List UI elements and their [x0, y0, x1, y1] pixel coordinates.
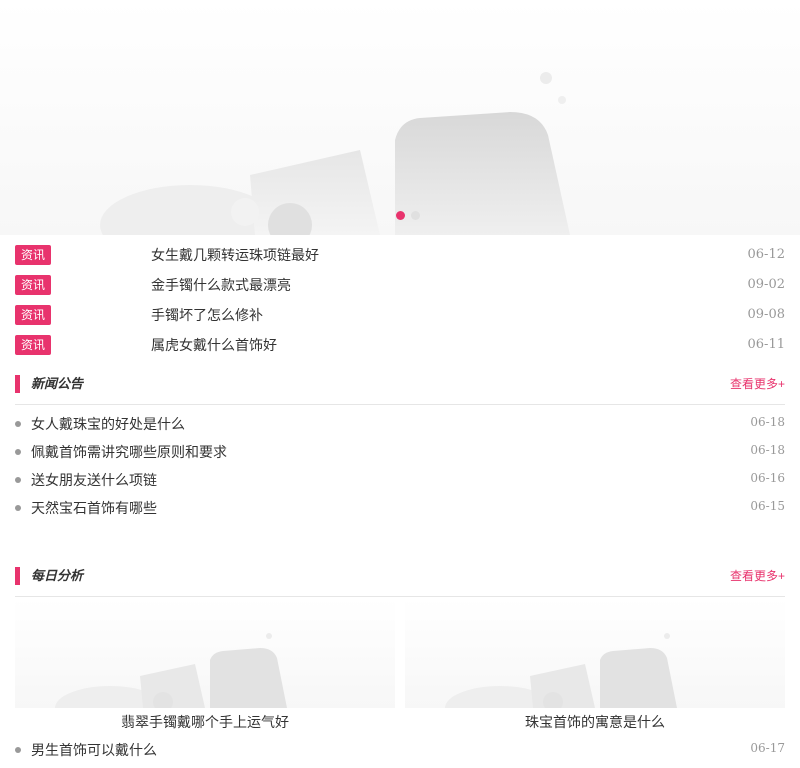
news-date: 06-12 — [747, 247, 785, 262]
news-title[interactable]: 金手镯什么款式最漂亮 — [151, 275, 291, 295]
carousel-dot[interactable] — [411, 211, 420, 220]
carousel-dots — [0, 211, 800, 221]
news-date: 09-08 — [747, 307, 785, 322]
section-accent-bar — [15, 567, 20, 585]
image-placeholder-icon — [55, 633, 287, 708]
section-title: 新闻公告 — [31, 376, 84, 391]
list-item-date: 06-18 — [750, 415, 785, 429]
section-header-daily: 每日分析 查看更多+ — [15, 566, 785, 597]
article-caption[interactable]: 珠宝首饰的寓意是什么 — [405, 712, 785, 732]
bullet-icon — [15, 477, 21, 483]
news-item[interactable]: 资讯 属虎女戴什么首饰好 06-11 — [15, 335, 785, 355]
list-item-title[interactable]: 女人戴珠宝的好处是什么 — [31, 414, 185, 434]
list-item-date: 06-16 — [750, 471, 785, 485]
bullet-icon — [15, 505, 21, 511]
article-thumbnail[interactable] — [15, 598, 395, 708]
list-item-title[interactable]: 男生首饰可以戴什么 — [31, 740, 157, 760]
list-item[interactable]: 男生首饰可以戴什么 06-17 — [15, 740, 785, 760]
banner-carousel[interactable] — [0, 0, 800, 235]
category-tag[interactable]: 资讯 — [15, 245, 51, 265]
section-accent-bar — [15, 375, 20, 393]
category-tag[interactable]: 资讯 — [15, 275, 51, 295]
list-item[interactable]: 女人戴珠宝的好处是什么 06-18 — [15, 414, 785, 434]
image-placeholder-icon — [100, 72, 570, 235]
news-title[interactable]: 属虎女戴什么首饰好 — [151, 335, 277, 355]
list-item-title[interactable]: 送女朋友送什么项链 — [31, 470, 157, 490]
list-item[interactable]: 天然宝石首饰有哪些 06-15 — [15, 498, 785, 518]
image-placeholder-icon — [445, 633, 677, 708]
news-item[interactable]: 资讯 金手镯什么款式最漂亮 09-02 — [15, 275, 785, 295]
list-item-date: 06-17 — [750, 741, 785, 755]
list-item[interactable]: 送女朋友送什么项链 06-16 — [15, 470, 785, 490]
bullet-icon — [15, 747, 21, 753]
view-more-link[interactable]: 查看更多+ — [730, 566, 785, 586]
news-item[interactable]: 资讯 手镯坏了怎么修补 09-08 — [15, 305, 785, 325]
category-tag[interactable]: 资讯 — [15, 335, 51, 355]
news-title[interactable]: 女生戴几颗转运珠项链最好 — [151, 245, 319, 265]
bullet-icon — [15, 449, 21, 455]
news-item[interactable]: 资讯 女生戴几颗转运珠项链最好 06-12 — [15, 245, 785, 265]
article-thumbnail[interactable] — [405, 598, 785, 708]
section-header-announcements: 新闻公告 查看更多+ — [15, 374, 785, 405]
list-item-date: 06-18 — [750, 443, 785, 457]
section-title: 每日分析 — [31, 568, 84, 583]
news-date: 06-11 — [747, 337, 785, 352]
news-date: 09-02 — [747, 277, 785, 292]
list-item-date: 06-15 — [750, 499, 785, 513]
list-item-title[interactable]: 天然宝石首饰有哪些 — [31, 498, 157, 518]
view-more-link[interactable]: 查看更多+ — [730, 374, 785, 394]
bullet-icon — [15, 421, 21, 427]
list-item[interactable]: 佩戴首饰需讲究哪些原则和要求 06-18 — [15, 442, 785, 462]
article-caption[interactable]: 翡翠手镯戴哪个手上运气好 — [15, 712, 395, 732]
carousel-dot-active[interactable] — [396, 211, 405, 220]
list-item-title[interactable]: 佩戴首饰需讲究哪些原则和要求 — [31, 442, 227, 462]
news-title[interactable]: 手镯坏了怎么修补 — [151, 305, 263, 325]
category-tag[interactable]: 资讯 — [15, 305, 51, 325]
